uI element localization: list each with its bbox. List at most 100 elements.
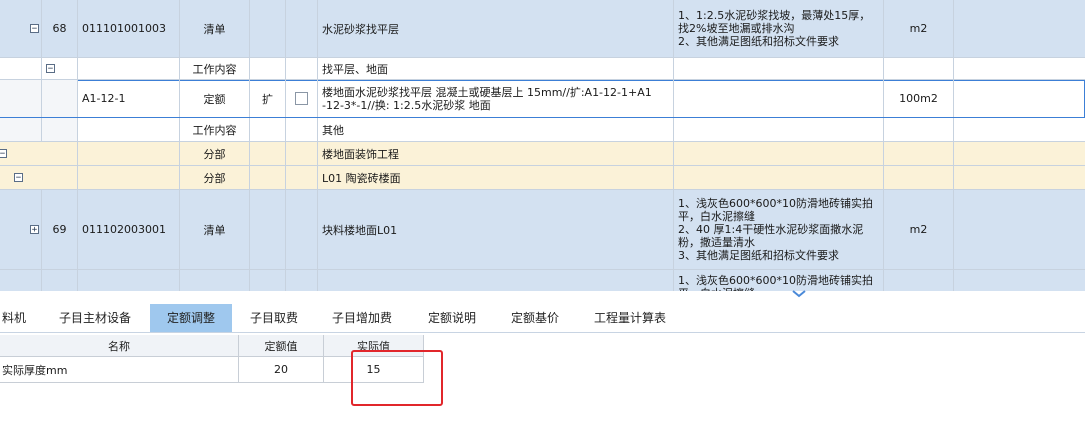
table-row[interactable]: − 分部 L01 陶瓷砖楼面 xyxy=(0,166,1085,190)
param-name: 实际厚度mm xyxy=(0,357,239,383)
tree-cell xyxy=(42,80,78,117)
check-cell xyxy=(286,270,318,291)
tree-cell: + xyxy=(0,190,42,269)
expand-icon[interactable]: + xyxy=(30,225,39,235)
item-code xyxy=(78,58,180,79)
item-unit xyxy=(884,142,954,165)
row-number: 68 xyxy=(42,0,78,57)
item-ext xyxy=(250,190,286,269)
item-unit xyxy=(884,270,954,291)
item-ext xyxy=(250,166,286,189)
check-cell xyxy=(286,142,318,165)
item-kind: 定额 xyxy=(180,80,250,117)
check-cell xyxy=(286,58,318,79)
row-number xyxy=(42,270,78,291)
tree-cell xyxy=(0,80,42,117)
table-row[interactable]: + 69 011102003001 清单 块料楼地面L01 1、浅灰色600*6… xyxy=(0,190,1085,270)
item-kind: 清单 xyxy=(180,190,250,269)
col-header-name: 名称 xyxy=(0,335,239,357)
item-kind: 分部 xyxy=(180,166,250,189)
item-unit: m2 xyxy=(884,190,954,269)
item-name: L01 陶瓷砖楼面 xyxy=(318,166,674,189)
table-row[interactable]: 工作内容 其他 xyxy=(0,118,1085,142)
item-ext xyxy=(250,142,286,165)
tree-cell: − xyxy=(0,142,10,165)
item-unit xyxy=(884,166,954,189)
tree-cell xyxy=(0,118,42,141)
item-ext xyxy=(250,270,286,291)
item-name: 水泥砂浆找平层 xyxy=(318,0,674,57)
item-unit: m2 xyxy=(884,0,954,57)
item-feature xyxy=(674,142,884,165)
item-unit: 100m2 xyxy=(884,80,954,117)
table-row[interactable]: − 分部 楼地面装饰工程 xyxy=(0,142,1085,166)
item-kind: 分部 xyxy=(180,142,250,165)
table-row[interactable]: 1、浅灰色600*600*10防滑地砖铺实拍 平，白水泥擦缝 xyxy=(0,270,1085,291)
tab-quantity-sheet[interactable]: 工程量计算表 xyxy=(582,304,678,332)
item-kind: 工作内容 xyxy=(180,118,250,141)
quota-grid: − 68 011101001003 清单 水泥砂浆找平层 1、1:2.5水泥砂浆… xyxy=(0,0,1085,291)
item-code xyxy=(78,142,180,165)
table-row[interactable]: − 工作内容 找平层、地面 xyxy=(0,58,1085,80)
item-feature xyxy=(674,80,884,117)
collapse-icon[interactable]: − xyxy=(30,24,39,34)
item-ext xyxy=(250,58,286,79)
item-kind xyxy=(180,270,250,291)
item-feature xyxy=(674,166,884,189)
check-cell xyxy=(286,166,318,189)
tree-cell xyxy=(10,142,78,165)
item-unit xyxy=(884,118,954,141)
item-code: 011102003001 xyxy=(78,190,180,269)
tree-cell: − xyxy=(0,166,78,189)
check-cell xyxy=(286,190,318,269)
item-code: A1-12-1 xyxy=(78,80,180,117)
tree-cell: − xyxy=(42,58,78,79)
item-kind: 工作内容 xyxy=(180,58,250,79)
item-code xyxy=(78,270,180,291)
collapse-icon[interactable]: − xyxy=(0,149,7,159)
table-row-selected[interactable]: A1-12-1 定额 扩 楼地面水泥砂浆找平层 混凝土或硬基层上 15mm//扩… xyxy=(0,80,1085,118)
item-kind: 清单 xyxy=(180,0,250,57)
item-ext xyxy=(250,0,286,57)
tree-cell xyxy=(0,270,42,291)
tab-base-price[interactable]: 定额基价 xyxy=(500,304,570,332)
item-name: 楼地面装饰工程 xyxy=(318,142,674,165)
highlight-box xyxy=(351,350,443,406)
item-feature xyxy=(674,118,884,141)
item-name: 其他 xyxy=(318,118,674,141)
tree-cell xyxy=(42,118,78,141)
item-feature xyxy=(674,58,884,79)
row-checkbox[interactable] xyxy=(295,92,308,105)
tree-cell xyxy=(0,58,42,79)
tab-main-material[interactable]: 子目主材设备 xyxy=(48,304,142,332)
collapse-icon[interactable]: − xyxy=(14,173,23,183)
item-feature: 1、浅灰色600*600*10防滑地砖铺实拍 平，白水泥擦缝 2、40 厚1:4… xyxy=(674,190,884,269)
tab-fee[interactable]: 子目取费 xyxy=(240,304,308,332)
tab-quota-notes[interactable]: 定额说明 xyxy=(414,304,490,332)
item-ext xyxy=(250,118,286,141)
item-ext: 扩 xyxy=(250,80,286,117)
check-cell xyxy=(286,80,318,117)
col-header-quota: 定额值 xyxy=(239,335,324,357)
tab-quota-adjust[interactable]: 定额调整 xyxy=(150,304,232,332)
collapse-panel-icon[interactable] xyxy=(792,290,806,298)
item-name: 块料楼地面L01 xyxy=(318,190,674,269)
item-code xyxy=(78,118,180,141)
item-name: 找平层、地面 xyxy=(318,58,674,79)
item-name xyxy=(318,270,674,291)
check-cell xyxy=(286,118,318,141)
item-feature: 1、浅灰色600*600*10防滑地砖铺实拍 平，白水泥擦缝 xyxy=(674,270,884,291)
collapse-icon[interactable]: − xyxy=(46,64,55,74)
tab-extra-fee[interactable]: 子目增加费 xyxy=(320,304,404,332)
item-feature: 1、1:2.5水泥砂浆找坡，最薄处15厚， 找2%坡至地漏或排水沟 2、其他满足… xyxy=(674,0,884,57)
row-number: 69 xyxy=(42,190,78,269)
detail-tab-bar: 料机 子目主材设备 定额调整 子目取费 子目增加费 定额说明 定额基价 工程量计… xyxy=(0,304,1085,333)
item-name: 楼地面水泥砂浆找平层 混凝土或硬基层上 15mm//扩:A1-12-1+A1 -… xyxy=(318,80,674,117)
tree-cell: − xyxy=(0,0,42,57)
item-code xyxy=(78,166,180,189)
param-quota-value: 20 xyxy=(239,357,324,383)
tab-material[interactable]: 料机 xyxy=(0,304,34,332)
item-unit xyxy=(884,58,954,79)
table-row[interactable]: − 68 011101001003 清单 水泥砂浆找平层 1、1:2.5水泥砂浆… xyxy=(0,0,1085,58)
check-cell xyxy=(286,0,318,57)
